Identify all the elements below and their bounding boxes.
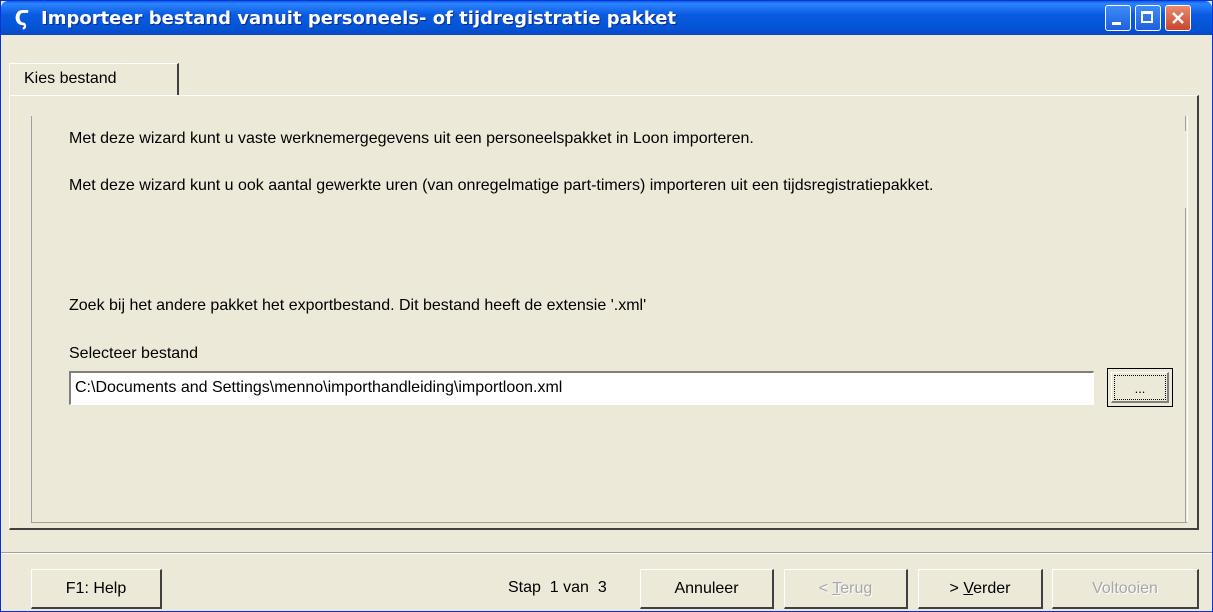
cancel-button[interactable]: Annuleer <box>640 569 774 609</box>
file-label: Selecteer bestand <box>69 345 198 362</box>
close-icon <box>1172 12 1184 24</box>
back-rest: erug <box>840 580 873 597</box>
minimize-button[interactable] <box>1105 5 1131 31</box>
frame-edge <box>1185 208 1186 523</box>
step-indicator: Stap 1 van 3 <box>508 579 607 596</box>
next-button[interactable]: > Verder <box>918 569 1043 609</box>
intro-line-1: Met deze wizard kunt u vaste werknemerge… <box>69 130 754 147</box>
finish-button[interactable]: Voltooien <box>1052 569 1199 609</box>
help-button-label: F1: Help <box>65 580 127 597</box>
instruction-text: Zoek bij het andere pakket het exportbes… <box>69 297 647 314</box>
next-prefix: > <box>949 580 964 597</box>
next-rest: erder <box>973 580 1011 597</box>
help-button[interactable]: F1: Help <box>31 569 162 609</box>
frame-edge <box>1185 116 1186 131</box>
maximize-button[interactable] <box>1135 5 1161 31</box>
browse-button-label: ... <box>1134 381 1146 396</box>
browse-button[interactable]: ... <box>1107 368 1173 407</box>
tab-kies-bestand[interactable]: Kies bestand <box>9 63 179 95</box>
tab-label: Kies bestand <box>24 70 117 87</box>
back-prefix: < <box>818 580 833 597</box>
title-bar[interactable]: Ϛ Importeer bestand vanuit personeels- o… <box>1 1 1212 35</box>
cancel-button-label: Annuleer <box>674 580 739 597</box>
footer-separator-highlight <box>1 553 1212 554</box>
intro-line-2: Met deze wizard kunt u ook aantal gewerk… <box>69 177 934 194</box>
next-mnemonic: V <box>963 580 974 597</box>
finish-button-label: Voltooien <box>1092 580 1158 597</box>
app-logo-icon: Ϛ <box>14 6 30 30</box>
window-title: Importeer bestand vanuit personeels- of … <box>41 8 677 29</box>
close-button[interactable] <box>1165 5 1191 31</box>
back-button[interactable]: < Terug <box>784 569 908 609</box>
file-path-input[interactable]: C:\Documents and Settings\menno\importha… <box>69 371 1094 405</box>
wizard-window: Ϛ Importeer bestand vanuit personeels- o… <box>0 0 1213 612</box>
